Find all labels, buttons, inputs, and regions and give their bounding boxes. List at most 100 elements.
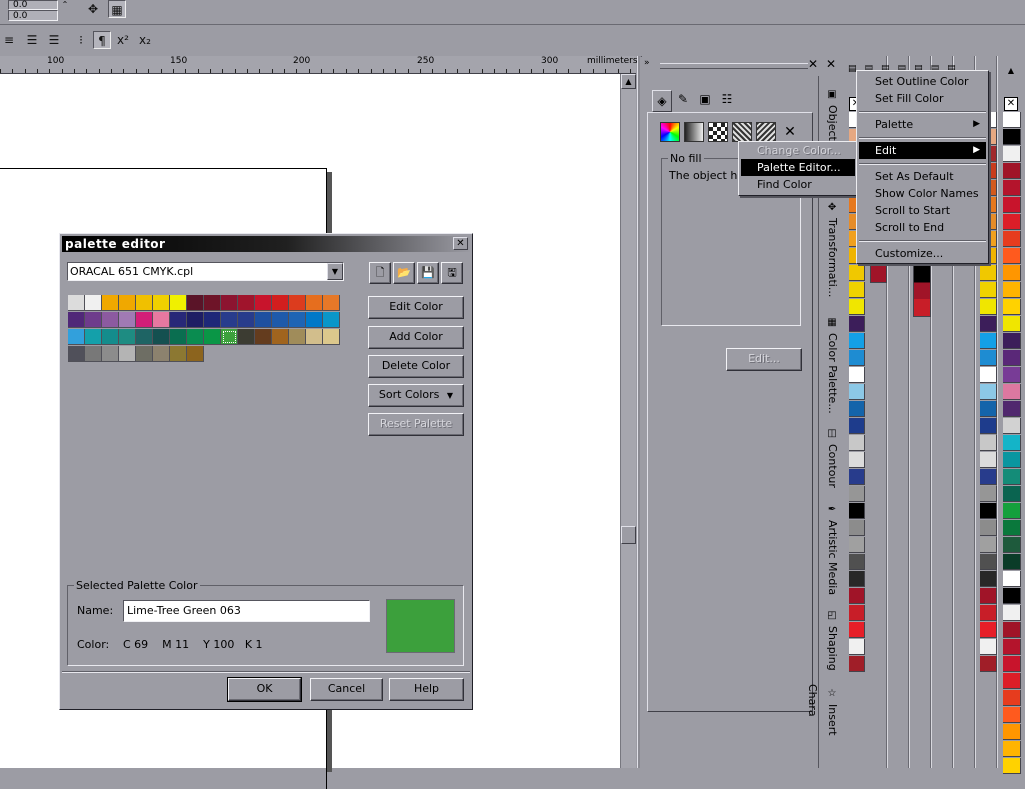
palette-color-cell[interactable] [1003, 605, 1021, 621]
palette-color-cell[interactable] [980, 520, 997, 536]
color-swatch[interactable] [170, 346, 187, 362]
add-color-button[interactable]: Add Color [368, 326, 464, 349]
edit-color-button[interactable]: Edit Color [368, 296, 464, 319]
palette-color-cell[interactable] [1003, 231, 1021, 247]
cancel-button[interactable]: Cancel [310, 678, 383, 701]
palette-color-cell[interactable] [980, 265, 997, 281]
collapse-icon[interactable]: » [644, 58, 650, 68]
delete-color-button[interactable]: Delete Color [368, 355, 464, 378]
tab-artistic-media[interactable]: ✒Artistic Media [820, 500, 842, 595]
edit-fill-button[interactable]: Edit... [726, 348, 802, 371]
color-swatch[interactable] [204, 295, 221, 311]
palette-color-cell[interactable] [849, 367, 865, 383]
palette-color-cell[interactable] [1003, 741, 1021, 757]
palette-color-cell[interactable] [849, 265, 865, 281]
palette-color-cell[interactable] [1003, 350, 1021, 366]
palette-color-cell[interactable] [980, 588, 997, 604]
scroll-thumb[interactable] [621, 526, 636, 544]
color-swatch[interactable] [102, 312, 119, 328]
palette-select[interactable]: ORACAL 651 CMYK.cpl ▼ [67, 262, 344, 281]
palette-color-cell[interactable] [980, 282, 997, 298]
color-swatch[interactable] [255, 312, 272, 328]
paragraph-icon[interactable]: ¶ [93, 31, 111, 49]
palette-color-cell[interactable] [1003, 639, 1021, 655]
palette-color-cell[interactable] [980, 452, 997, 468]
palette-color-cell[interactable] [849, 418, 865, 434]
scroll-to-start-item[interactable]: Scroll to Start [859, 202, 986, 219]
palette-color-cell[interactable] [849, 554, 865, 570]
palette-color-cell[interactable] [1003, 537, 1021, 553]
fill-tab-icon[interactable]: ◈ [652, 90, 672, 112]
color-swatch[interactable] [119, 312, 136, 328]
save-as-palette-icon[interactable]: 🖫 [441, 262, 463, 284]
palette-color-cell[interactable] [849, 384, 865, 400]
palette-color-cell[interactable] [1003, 503, 1021, 519]
color-swatch[interactable] [306, 312, 323, 328]
palette-color-cell[interactable] [849, 605, 865, 621]
scroll-to-end-item[interactable]: Scroll to End [859, 219, 986, 236]
postscript-fill-icon[interactable] [756, 122, 776, 142]
palette-color-cell[interactable] [849, 622, 865, 638]
palette-color-cell[interactable] [1003, 673, 1021, 689]
palette-color-cell[interactable] [1003, 316, 1021, 332]
palette-color-cell[interactable] [980, 316, 997, 332]
bullet-list-icon[interactable]: ⁝ [72, 31, 90, 49]
change-color-item[interactable]: Change Color... [741, 142, 855, 159]
color-swatch[interactable] [136, 346, 153, 362]
palette-color-cell[interactable] [1003, 486, 1021, 502]
color-swatch[interactable] [323, 312, 340, 328]
palette-color-cell[interactable] [1003, 129, 1021, 145]
palette-color-cell[interactable] [980, 605, 997, 621]
uniform-fill-icon[interactable] [660, 122, 680, 142]
customize-item[interactable]: Customize... [859, 245, 986, 262]
color-swatch[interactable] [289, 329, 306, 345]
color-swatch[interactable] [204, 312, 221, 328]
palette-color-cell[interactable] [1003, 622, 1021, 638]
palette-color-cell[interactable] [980, 401, 997, 417]
color-swatch[interactable] [238, 295, 255, 311]
color-swatch[interactable] [272, 329, 289, 345]
color-swatch[interactable] [68, 312, 85, 328]
palette-color-cell[interactable] [849, 469, 865, 485]
palette-color-cell[interactable] [980, 435, 997, 451]
palette-color-cell[interactable] [1003, 418, 1021, 434]
vertical-scrollbar[interactable]: ▲ [620, 74, 636, 768]
color-swatch[interactable] [187, 312, 204, 328]
palette-color-cell[interactable] [849, 282, 865, 298]
palette-color-cell[interactable] [980, 486, 997, 502]
color-swatch[interactable] [68, 329, 85, 345]
palette-color-cell[interactable] [1003, 112, 1021, 128]
palette-color-cell[interactable] [1003, 197, 1021, 213]
color-swatch[interactable] [204, 329, 221, 345]
color-swatch[interactable] [255, 329, 272, 345]
palette-color-cell[interactable] [849, 486, 865, 502]
palette-color-cell[interactable] [1003, 299, 1021, 315]
palette-color-cell[interactable] [980, 418, 997, 434]
color-swatch[interactable] [68, 346, 85, 362]
align-justify-icon[interactable]: ☰ [23, 31, 41, 49]
palette-color-cell[interactable] [849, 537, 865, 553]
reset-palette-button[interactable]: Reset Palette [368, 413, 464, 436]
palette-color-cell[interactable] [980, 503, 997, 519]
color-swatch[interactable] [306, 329, 323, 345]
no-fill-icon[interactable]: ✕ [780, 122, 800, 142]
palette-color-cell[interactable] [980, 537, 997, 553]
color-swatch[interactable] [289, 312, 306, 328]
chevron-down-icon[interactable]: ▼ [327, 263, 343, 280]
open-palette-icon[interactable]: 📂 [393, 262, 415, 284]
palette-color-cell[interactable] [1003, 384, 1021, 400]
palette-color-cell[interactable] [1003, 367, 1021, 383]
tab-transformation[interactable]: ✥Transformati... [820, 198, 842, 297]
palette-color-cell[interactable] [849, 520, 865, 536]
palette-color-cell[interactable] [1003, 248, 1021, 264]
color-swatch[interactable] [221, 329, 238, 345]
color-swatch[interactable] [255, 295, 272, 311]
fountain-fill-icon[interactable] [684, 122, 704, 142]
palette-color-cell[interactable] [1003, 282, 1021, 298]
tab-shaping[interactable]: ◰Shaping [820, 606, 842, 671]
palette-color-cell[interactable] [1003, 180, 1021, 196]
palette-color-cell[interactable] [980, 384, 997, 400]
subscript-icon[interactable]: x₂ [136, 31, 154, 49]
color-swatch[interactable] [102, 346, 119, 362]
palette-color-cell[interactable] [1003, 163, 1021, 179]
